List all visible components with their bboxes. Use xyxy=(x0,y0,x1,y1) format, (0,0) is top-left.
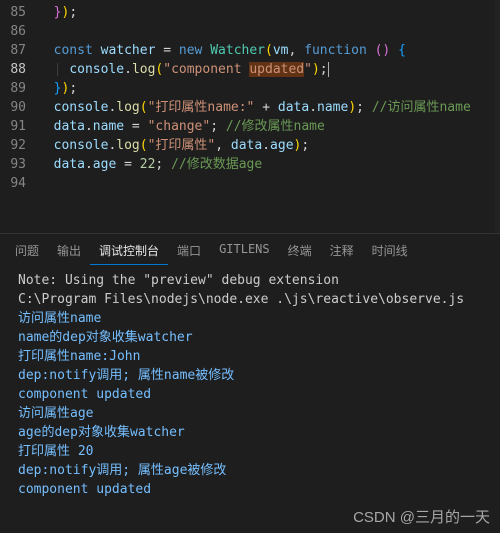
line-number: 91 xyxy=(0,117,38,136)
console-line: C:\Program Files\nodejs\node.exe .\js\re… xyxy=(18,290,488,309)
code-line[interactable]: }); xyxy=(38,79,500,98)
minimap[interactable] xyxy=(495,0,500,233)
code-area[interactable]: }); const watcher = new Watcher(vm, func… xyxy=(38,0,500,233)
debug-console-output[interactable]: Note: Using the "preview" debug extensio… xyxy=(0,265,500,499)
panel-tab[interactable]: 问题 xyxy=(6,238,48,265)
console-line: 打印属性name:John xyxy=(18,347,488,366)
console-line: 打印属性 20 xyxy=(18,442,488,461)
panel-tabs: 问题输出调试控制台端口GITLENS终端注释时间线 xyxy=(0,234,500,265)
panel-tab[interactable]: 输出 xyxy=(48,238,90,265)
line-number: 90 xyxy=(0,98,38,117)
console-line: dep:notify调用; 属性age被修改 xyxy=(18,461,488,480)
code-line[interactable] xyxy=(38,174,500,193)
line-number: 89 xyxy=(0,79,38,98)
line-number: 88 xyxy=(0,60,38,79)
console-line: 访问属性name xyxy=(18,309,488,328)
line-number: 86 xyxy=(0,22,38,41)
line-number: 94 xyxy=(0,174,38,193)
panel-tab[interactable]: 终端 xyxy=(279,238,321,265)
line-number: 87 xyxy=(0,41,38,60)
watermark: CSDN @三月的一天 xyxy=(353,506,490,527)
line-number-gutter: 85868788899091929394 xyxy=(0,0,38,233)
code-editor[interactable]: 85868788899091929394 }); const watcher =… xyxy=(0,0,500,233)
console-line: Note: Using the "preview" debug extensio… xyxy=(18,271,488,290)
line-number: 92 xyxy=(0,136,38,155)
code-line[interactable]: const watcher = new Watcher(vm, function… xyxy=(38,41,500,60)
code-line[interactable]: console.log("打印属性", data.age); xyxy=(38,136,500,155)
code-line[interactable]: data.age = 22; //修改数据age xyxy=(38,155,500,174)
line-number: 93 xyxy=(0,155,38,174)
console-line: dep:notify调用; 属性name被修改 xyxy=(18,366,488,385)
code-line[interactable] xyxy=(38,22,500,41)
console-line: 访问属性age xyxy=(18,404,488,423)
panel-tab[interactable]: 注释 xyxy=(321,238,363,265)
console-line: component updated xyxy=(18,385,488,404)
console-line: name的dep对象收集watcher xyxy=(18,328,488,347)
console-line: age的dep对象收集watcher xyxy=(18,423,488,442)
code-line[interactable]: }); xyxy=(38,3,500,22)
bottom-panel: 问题输出调试控制台端口GITLENS终端注释时间线 Note: Using th… xyxy=(0,233,500,533)
panel-tab[interactable]: 时间线 xyxy=(363,238,417,265)
panel-tab[interactable]: 端口 xyxy=(168,238,210,265)
code-line[interactable]: data.name = "change"; //修改属性name xyxy=(38,117,500,136)
code-line[interactable]: | console.log("component updated"); xyxy=(38,60,500,79)
panel-tab[interactable]: 调试控制台 xyxy=(90,238,168,265)
console-line: component updated xyxy=(18,480,488,499)
panel-tab[interactable]: GITLENS xyxy=(210,238,279,265)
code-line[interactable]: console.log("打印属性name:" + data.name); //… xyxy=(38,98,500,117)
line-number: 85 xyxy=(0,3,38,22)
